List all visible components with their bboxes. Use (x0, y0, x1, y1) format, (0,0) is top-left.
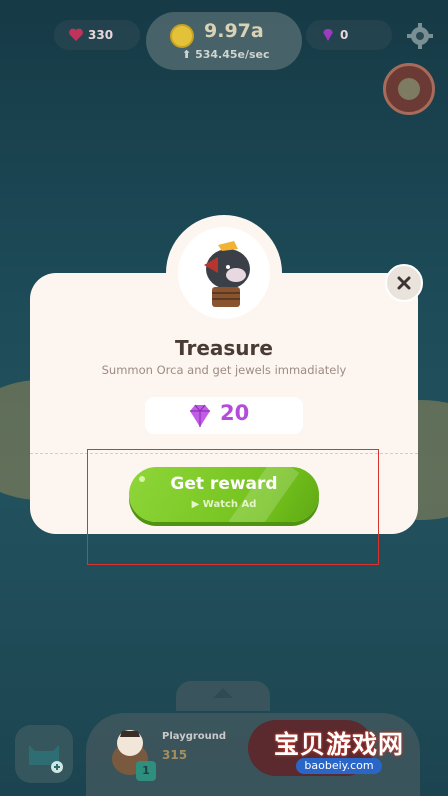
jewel-icon (190, 404, 210, 427)
roulette-wheel-button[interactable] (383, 63, 435, 115)
area-value: 315 (162, 748, 188, 762)
area-title: Playground (162, 731, 227, 742)
annotation-highlight-box (87, 449, 379, 565)
jewel-reward-box: 20 (145, 397, 303, 434)
heart-icon (69, 28, 83, 41)
roulette-center (398, 78, 420, 100)
cat-plus-icon (29, 745, 63, 773)
jewel-icon (323, 29, 333, 41)
close-icon (397, 276, 411, 290)
hearts-value: 330 (88, 28, 114, 42)
coin-rate-value: 534.45e/sec (195, 48, 270, 61)
orca-icon (204, 241, 250, 307)
coin-icon (170, 24, 194, 48)
settings-gear-icon[interactable] (406, 22, 434, 50)
coins-panel: 9.97a ⬆ 534.45e/sec (146, 12, 302, 70)
cat-shop-button[interactable] (15, 725, 73, 783)
close-button[interactable] (385, 264, 423, 302)
dialog-title: Treasure (175, 336, 273, 360)
jewel-reward-count: 20 (220, 401, 250, 425)
arrow-up-icon (213, 688, 233, 698)
coin-rate: ⬆ 534.45e/sec (182, 48, 270, 61)
dialog-subtitle: Summon Orca and get jewels immadiately (101, 363, 347, 377)
coins-value: 9.97a (204, 20, 264, 42)
hearts-counter: 330 (54, 20, 140, 50)
level-badge: 1 (136, 761, 156, 781)
arrow-up-icon: ⬆ (182, 48, 192, 61)
watermark-url: baobeiy.com (296, 758, 382, 774)
jewels-value: 0 (340, 28, 349, 42)
orca-avatar (178, 227, 270, 319)
jewels-counter: 0 (306, 20, 392, 50)
watermark-logo: 宝贝游戏网 (274, 730, 405, 759)
